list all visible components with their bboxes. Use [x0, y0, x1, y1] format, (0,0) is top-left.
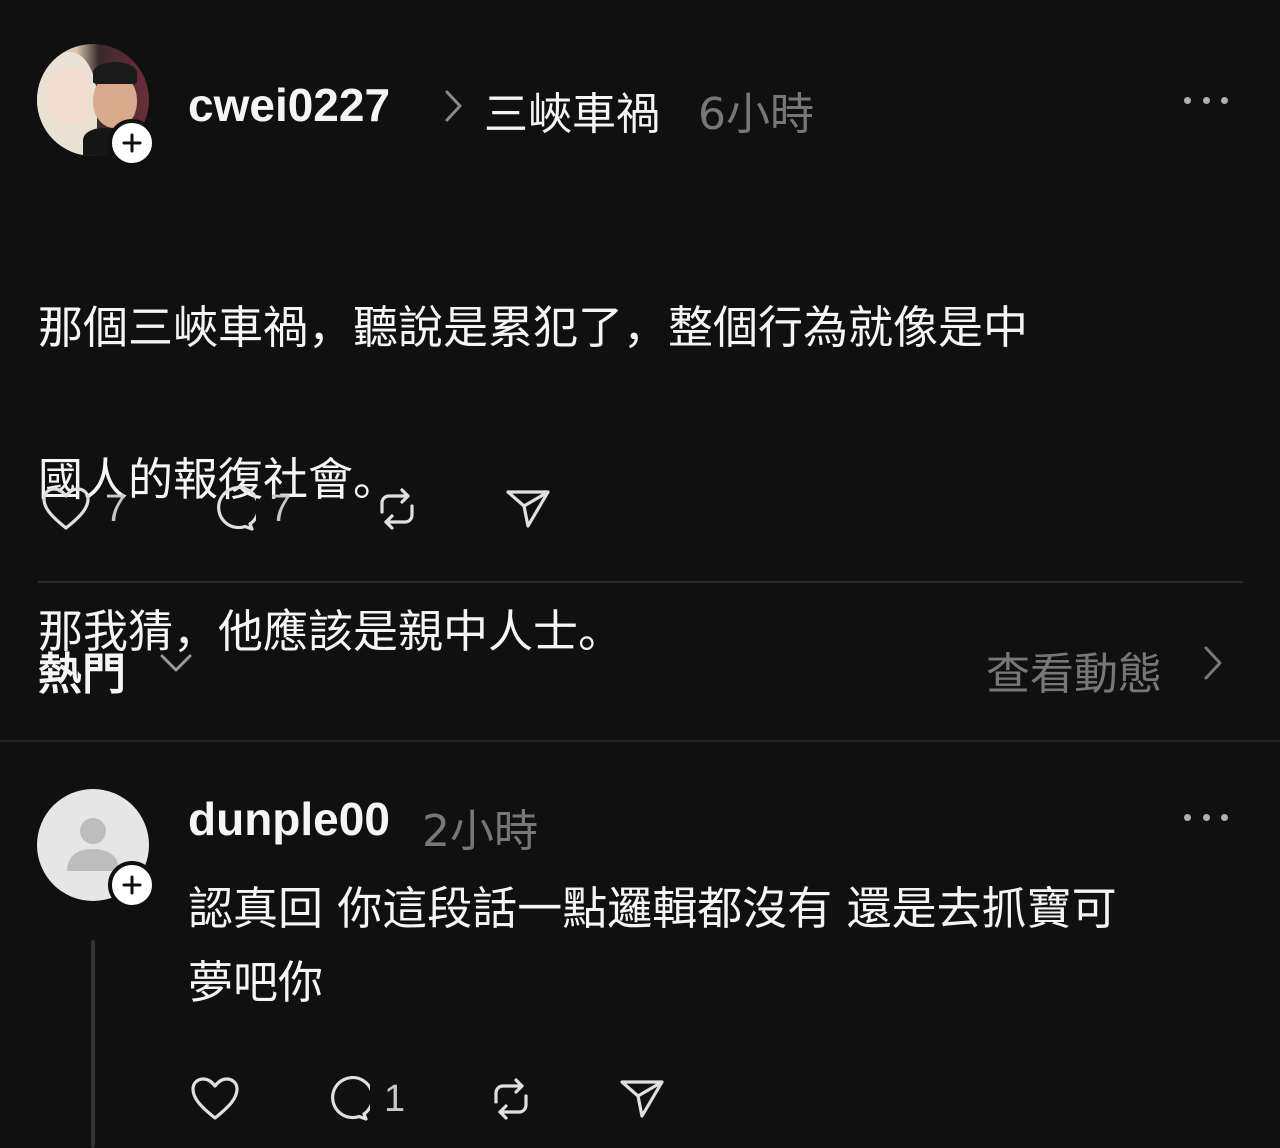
thread-line	[91, 940, 95, 1148]
like-button[interactable]: 7	[41, 486, 126, 532]
post-username[interactable]: cwei0227	[188, 78, 390, 132]
more-icon[interactable]	[1184, 811, 1228, 823]
repost-icon	[380, 488, 414, 530]
share-button[interactable]	[504, 486, 552, 532]
reply-time: 2小時	[422, 806, 538, 857]
chevron-right-icon	[445, 90, 462, 122]
reply-count: 1	[384, 1077, 406, 1120]
repost-icon	[494, 1078, 528, 1120]
repost-button[interactable]	[488, 1076, 534, 1122]
follow-plus-icon[interactable]	[108, 119, 156, 167]
post-body-line: 那個三峽車禍，聽說是累犯了，整個行為就像是中	[38, 301, 1029, 354]
post-time: 6小時	[698, 89, 814, 140]
section-divider	[0, 740, 1280, 742]
reply-button[interactable]: 7	[208, 486, 291, 532]
send-icon	[506, 490, 550, 528]
heart-icon	[42, 487, 90, 530]
chevron-down-icon[interactable]	[158, 648, 194, 678]
follow-plus-icon[interactable]	[108, 861, 156, 909]
divider	[38, 581, 1243, 583]
more-icon[interactable]	[1184, 94, 1228, 106]
like-count: 7	[105, 487, 127, 530]
post-topic[interactable]: 三峽車禍	[484, 78, 660, 142]
comment-icon	[331, 1076, 370, 1121]
reply-body: 認真回 你這段話一點邏輯都沒有 還是去抓寶可 夢吧你	[188, 872, 1248, 1020]
share-button[interactable]	[618, 1076, 666, 1122]
reply-body-line: 夢吧你	[188, 956, 324, 1009]
view-activity-link[interactable]: 查看動態	[986, 638, 1162, 702]
reply-body-line: 認真回 你這段話一點邏輯都沒有 還是去抓寶可	[188, 882, 1117, 935]
chevron-right-icon[interactable]	[1202, 644, 1224, 682]
comment-icon	[217, 486, 256, 531]
like-button[interactable]	[190, 1076, 240, 1122]
heart-icon	[191, 1077, 239, 1120]
repost-button[interactable]	[374, 486, 420, 532]
sort-dropdown[interactable]: 熱門	[38, 638, 126, 702]
main-post: cwei0227 三峽車禍 6小時 那個三峽車禍，聽說是累犯了，整個行為就像是中…	[0, 0, 1280, 658]
send-icon	[620, 1080, 664, 1118]
reply-button[interactable]: 1	[322, 1076, 405, 1122]
reply-count: 7	[270, 487, 292, 530]
reply-username[interactable]: dunple00	[188, 792, 390, 846]
